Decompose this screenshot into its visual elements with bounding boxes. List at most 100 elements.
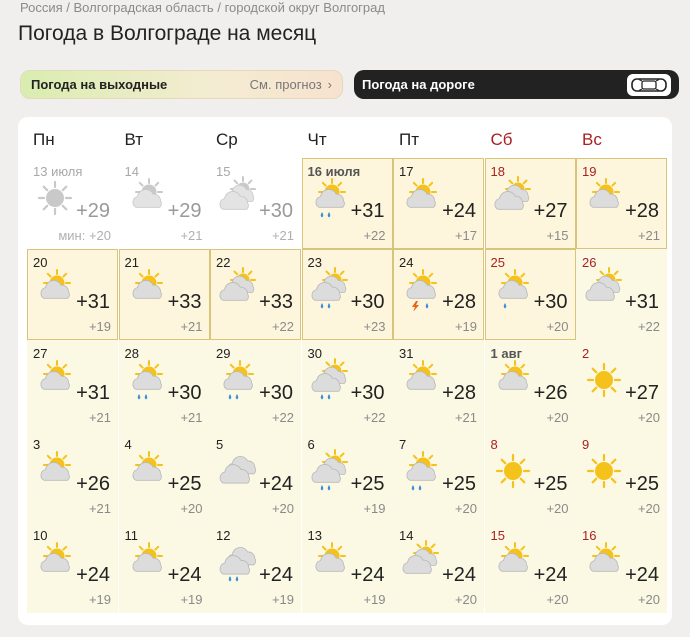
day-cell[interactable]: 13 июля +29 мин: +20 [27,158,118,249]
day-cell[interactable]: 24 +28 +19 [393,249,484,340]
breadcrumb-item-country[interactable]: Россия [20,0,63,15]
day-cell[interactable]: 13 +24 +19 [301,522,393,613]
min-temperature: +22 [637,319,660,334]
min-temperature: +21 [180,319,203,334]
day-cell[interactable]: 9 +25 +20 [576,431,667,522]
min-temperature: +19 [180,592,203,607]
sun-icon [582,358,626,402]
cloudy-rain-icon [216,540,260,584]
day-cell[interactable]: 29 +30 +22 [210,340,301,431]
max-temperature: +33 [259,291,293,313]
max-temperature: +31 [350,200,385,222]
partly-cloudy-icon [582,540,626,584]
day-cell[interactable]: 8 +25 +20 [484,431,576,522]
day-cell[interactable]: 30 +30 +22 [301,340,393,431]
day-cell[interactable]: 28 +30 +21 [118,340,210,431]
weekday-header: Ср [216,130,238,149]
day-cell[interactable]: 14 +29 +21 [118,158,210,249]
weekday-header: Пн [33,130,55,149]
partly-cloudy-rain-icon [216,358,260,402]
max-temperature: +31 [76,382,110,404]
day-cell[interactable]: 2 +27 +20 [576,340,667,431]
max-temperature: +25 [533,473,568,495]
max-temperature: +25 [350,473,385,495]
day-cell[interactable]: 15 +24 +20 [484,522,576,613]
min-temperature: +22 [271,319,294,334]
max-temperature: +27 [533,200,568,222]
day-cell[interactable]: 20 +31 +19 [27,249,118,340]
cloudy-sun-rain-icon [308,267,352,311]
day-cell[interactable]: 11 +24 +19 [118,522,210,613]
cloudy-sun-icon [491,176,535,220]
day-cell[interactable]: 25 +30 +20 [484,249,576,340]
partly-cloudy-icon [125,267,169,311]
day-cell[interactable]: 1 авг +26 +20 [484,340,576,431]
max-temperature: +28 [442,382,476,404]
day-cell[interactable]: 27 +31 +21 [27,340,118,431]
max-temperature: +25 [625,473,659,495]
weekday-header: Вт [124,130,144,149]
max-temperature: +28 [442,291,476,313]
day-cell[interactable]: 10 +24 +19 [27,522,118,613]
partly-cloudy-rain-icon [125,358,169,402]
max-temperature: +24 [625,564,659,586]
max-temperature: +24 [167,564,202,586]
day-cell[interactable]: 17 +24 +17 [393,158,484,249]
day-cell[interactable]: 5 +24 +20 [210,431,301,522]
day-cell[interactable]: 19 +28 +21 [576,158,667,249]
day-cell[interactable]: 3 +26 +21 [27,431,118,522]
cloudy-sun-icon [399,540,443,584]
day-cell[interactable]: 12 +24 +19 [210,522,301,613]
max-temperature: +27 [625,382,659,404]
min-temperature: +20 [180,501,203,516]
breadcrumb-item-city[interactable]: городской округ Волгоград [225,0,385,15]
partly-cloudy-rain-icon [308,176,352,220]
min-temperature: +20 [546,410,569,425]
weekday-header: Чт [307,130,327,149]
day-cell[interactable]: 16 июля +31 +22 [301,158,393,249]
day-cell[interactable]: 18 +27 +15 [484,158,576,249]
day-cell[interactable]: 23 +30 +23 [301,249,393,340]
min-temperature: +19 [88,592,111,607]
min-temperature: +21 [454,410,477,425]
day-cell[interactable]: 22 +33 +22 [210,249,301,340]
day-cell[interactable]: 31 +28 +21 [393,340,484,431]
day-cell[interactable]: 7 +25 +20 [393,431,484,522]
day-cell[interactable]: 4 +25 +20 [118,431,210,522]
partly-cloudy-icon [33,267,77,311]
weekday-header: Пт [399,130,420,149]
day-cell[interactable]: 21 +33 +21 [118,249,210,340]
day-cell[interactable]: 16 +24 +20 [576,522,667,613]
min-temperature: +20 [454,592,477,607]
min-temperature: +19 [363,592,386,607]
road-weather-button[interactable]: Погода на дороге [354,70,679,99]
max-temperature: +25 [442,473,476,495]
partly-cloudy-thunder-icon [399,267,443,312]
max-temperature: +25 [167,473,202,495]
day-cell[interactable]: 26 +31 +22 [576,249,667,340]
min-temperature: +20 [637,592,660,607]
day-cell[interactable]: 6 +25 +19 [301,431,393,522]
breadcrumb-item-region[interactable]: Волгоградская область [74,0,214,15]
min-temperature: +22 [271,410,294,425]
cloudy-icon [216,449,260,493]
partly-cloudy-icon [33,358,77,402]
max-temperature: +30 [350,291,385,313]
partly-cloudy-icon [582,176,626,220]
see-forecast-link[interactable]: См. прогноз [250,77,322,92]
weekend-forecast-button[interactable]: Погода на выходные См. прогноз › [20,70,343,99]
min-temperature: +19 [363,501,386,516]
max-temperature: +31 [625,291,659,313]
day-cell[interactable]: 15 +30 +21 [210,158,301,249]
partly-cloudy-icon [399,176,443,220]
min-temperature: +20 [546,501,569,516]
max-temperature: +24 [442,200,476,222]
min-temperature: +19 [454,319,477,334]
day-cell[interactable]: 14 +24 +20 [393,522,484,613]
min-temperature: +17 [454,228,477,243]
min-temperature: +19 [271,592,294,607]
weekday-header: Вс [582,130,602,149]
min-temperature: +20 [271,501,294,516]
max-temperature: +33 [167,291,202,313]
cloudy-sun-gray-icon [216,176,260,220]
